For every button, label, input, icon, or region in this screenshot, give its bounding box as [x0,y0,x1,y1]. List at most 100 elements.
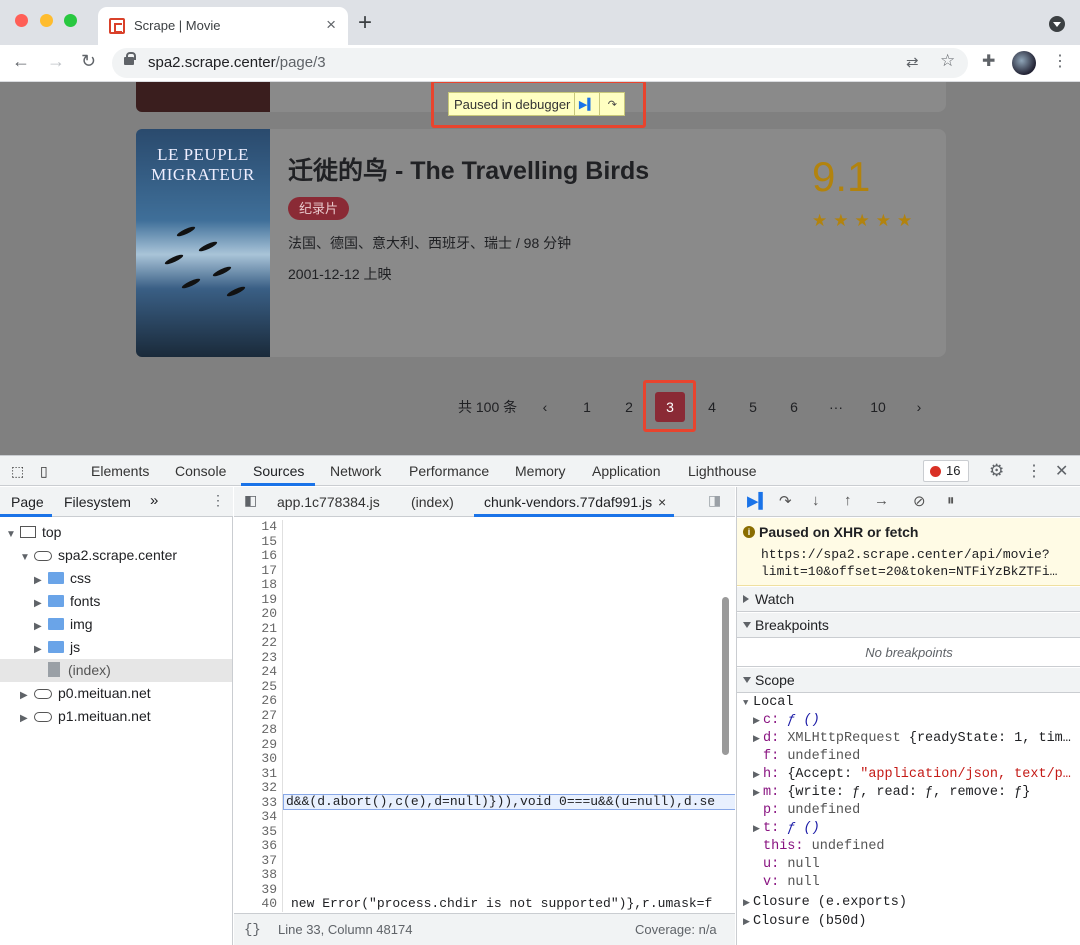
line-number[interactable]: 38 [234,867,282,883]
line-number[interactable]: 40 [234,896,282,912]
tree-host-p0[interactable]: ▶ p0.meituan.net [20,682,151,705]
profile-avatar[interactable] [1012,51,1036,75]
editor-tab-index[interactable]: (index) [411,494,454,510]
line-number[interactable]: 32 [234,780,282,796]
browser-menu-icon[interactable]: ⋮ [1052,51,1068,71]
tree-host-p1[interactable]: ▶ p1.meituan.net [20,705,151,728]
line-number[interactable]: 34 [234,809,282,825]
watch-section-header[interactable]: Watch [737,587,1080,612]
scope-var-c[interactable]: ▶ c: ƒ () [753,712,820,730]
resume-execution-button[interactable]: ▶▍ [747,492,770,510]
line-number[interactable]: 15 [234,534,282,550]
editor-scrollbar[interactable] [722,597,729,755]
zoom-window-button[interactable] [64,14,77,27]
tab-performance[interactable]: Performance [409,463,489,479]
paused-url[interactable]: https://spa2.scrape.center/api/movie? lim… [761,546,1057,580]
tab-memory[interactable]: Memory [515,463,566,479]
tree-folder-css[interactable]: ▶ css [34,567,91,590]
scope-closure-b50d[interactable]: ▶ Closure (b50d) [743,913,866,931]
tab-search-icon[interactable] [1049,16,1065,32]
browser-tab[interactable]: Scrape | Movie × [98,7,348,45]
close-devtools-icon[interactable]: ✕ [1055,461,1068,481]
line-number[interactable]: 35 [234,824,282,840]
pause-on-exceptions-button[interactable]: ⏸ [947,492,955,509]
new-tab-button[interactable]: + [358,9,372,37]
line-number[interactable]: 36 [234,838,282,854]
scope-var-d[interactable]: ▶ d: XMLHttpRequest {readyState: 1, tim… [753,730,1071,748]
more-options-icon[interactable]: ⋮ [1026,461,1042,481]
toggle-debugger-icon[interactable]: ◨ [708,492,721,509]
line-number[interactable]: 33 [234,795,282,811]
breakpoints-section-header[interactable]: Breakpoints [737,613,1080,638]
error-count-badge[interactable]: 16 [923,460,969,482]
editor-tab-close-icon[interactable]: × [658,494,666,510]
bookmark-star-icon[interactable]: ☆ [940,51,955,71]
page-ellipsis[interactable]: ··· [826,392,846,422]
tab-network[interactable]: Network [330,463,381,479]
forward-arrow-icon[interactable]: → [47,51,65,72]
scope-var-v[interactable]: v: null [763,874,820,892]
nav-menu-icon[interactable]: ⋮ [211,492,225,509]
scope-closure-exports[interactable]: ▶ Closure (e.exports) [743,894,907,912]
line-number[interactable]: 24 [234,664,282,680]
page-5[interactable]: 5 [744,392,762,422]
scope-var-this[interactable]: this: undefined [763,838,885,856]
tree-folder-js[interactable]: ▶ js [34,636,80,659]
tab-application[interactable]: Application [592,463,661,479]
step-button[interactable]: → [874,492,889,509]
line-number[interactable]: 30 [234,751,282,767]
line-number[interactable]: 22 [234,635,282,651]
pagination-next[interactable]: › [912,392,926,422]
extensions-puzzle-icon[interactable]: ✚ [982,51,995,71]
tab-lighthouse[interactable]: Lighthouse [688,463,757,479]
reload-icon[interactable]: ↻ [81,51,96,72]
tab-console[interactable]: Console [175,463,226,479]
scope-section-header[interactable]: Scope [737,668,1080,693]
tree-folder-fonts[interactable]: ▶ fonts [34,590,100,613]
tab-close-icon[interactable]: × [326,15,336,35]
tab-elements[interactable]: Elements [91,463,149,479]
step-over-button[interactable]: ↷ [779,492,792,510]
line-number[interactable]: 23 [234,650,282,666]
toggle-navigator-icon[interactable]: ◧ [244,492,257,509]
line-number[interactable]: 17 [234,563,282,579]
line-number[interactable]: 31 [234,766,282,782]
line-number[interactable]: 21 [234,621,282,637]
scope-var-f[interactable]: f: undefined [763,748,860,766]
page-6[interactable]: 6 [785,392,803,422]
deactivate-breakpoints-button[interactable]: ⊘ [913,492,926,510]
code-area[interactable]: d&&(d.abort(),c(e),d=null)})),void 0===u… [282,520,735,912]
device-toolbar-icon[interactable]: ▯ [40,463,48,480]
line-number[interactable]: 28 [234,722,282,738]
nav-tab-filesystem[interactable]: Filesystem [64,494,131,510]
code-line-40[interactable]: new Error("process.chdir is not supporte… [291,896,712,911]
nav-more-tabs[interactable]: » [150,492,158,509]
line-number[interactable]: 27 [234,708,282,724]
page-4[interactable]: 4 [703,392,721,422]
movie-card[interactable]: LE PEUPLE MIGRATEUR 迁徙的鸟 - The Travellin… [136,129,946,357]
line-number[interactable]: 26 [234,693,282,709]
line-number[interactable]: 29 [234,737,282,753]
tree-file-index[interactable]: (index) [0,659,232,682]
lock-icon[interactable] [124,52,136,65]
scope-var-h[interactable]: ▶ h: {Accept: "application/json, text/p… [753,766,1071,784]
back-arrow-icon[interactable]: ← [12,51,30,72]
line-number[interactable]: 18 [234,577,282,593]
line-number[interactable]: 37 [234,853,282,869]
editor-tab-chunk-vendors[interactable]: chunk-vendors.77daf991.js [484,494,652,510]
minimize-window-button[interactable] [40,14,53,27]
scope-var-p[interactable]: p: undefined [763,802,860,820]
address-bar[interactable]: spa2.scrape.center/page/3 ⇄ ☆ [112,48,968,78]
step-into-button[interactable]: ↓ [812,492,820,509]
settings-gear-icon[interactable]: ⚙ [989,461,1004,481]
line-number[interactable]: 16 [234,548,282,564]
editor-tab-app-js[interactable]: app.1c778384.js [277,494,380,510]
tree-folder-img[interactable]: ▶ img [34,613,93,636]
scope-var-t[interactable]: ▶ t: ƒ () [753,820,820,838]
pagination-prev[interactable]: ‹ [538,392,552,422]
code-line-33[interactable]: d&&(d.abort(),c(e),d=null)})),void 0===u… [283,794,735,810]
scope-var-m[interactable]: ▶ m: {write: ƒ, read: ƒ, remove: ƒ} [753,784,1030,802]
movie-title[interactable]: 迁徙的鸟 - The Travelling Birds [288,151,649,187]
page-2[interactable]: 2 [620,392,638,422]
line-number[interactable]: 14 [234,519,282,535]
